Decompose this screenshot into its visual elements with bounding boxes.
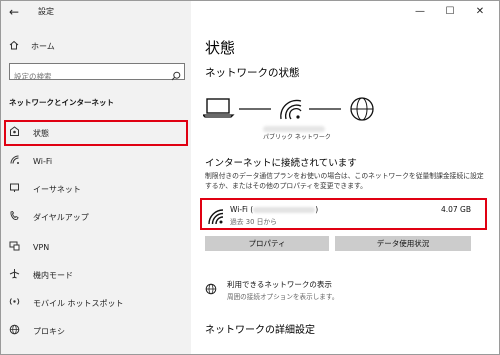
available-networks-link[interactable]: 利用できるネットワークの表示 周囲の接続オプションを表示します。 bbox=[205, 279, 405, 303]
sidebar-item-label: Wi-Fi bbox=[33, 156, 53, 166]
settings-window: ホーム ネットワークとインターネット 状態 Wi-Fi イーサネット bbox=[0, 0, 500, 355]
sidebar-item-dialup[interactable]: ダイヤルアップ bbox=[7, 209, 183, 225]
connection-description: 制限付きのデータ通信プランをお使いの場合は、このネットワークを従量制課金接続に設… bbox=[205, 172, 484, 190]
sidebar-item-vpn[interactable]: VPN bbox=[7, 239, 183, 255]
sidebar-item-label: ダイヤルアップ bbox=[33, 212, 89, 222]
sidebar-item-label: プロキシ bbox=[33, 326, 65, 336]
page-title: 状態 bbox=[205, 39, 236, 57]
vpn-icon bbox=[7, 240, 21, 254]
ethernet-icon bbox=[7, 182, 21, 196]
title-bar: ← 設定 — ☐ ✕ bbox=[1, 1, 499, 23]
minimize-button[interactable]: — bbox=[409, 3, 431, 21]
search-icon[interactable] bbox=[171, 66, 181, 81]
available-networks-title: 利用できるネットワークの表示 bbox=[227, 280, 332, 289]
connection-status: インターネットに接続されています bbox=[205, 158, 357, 169]
globe-icon bbox=[7, 324, 21, 338]
sidebar-item-label: モバイル ホットスポット bbox=[33, 298, 124, 308]
app-title: 設定 bbox=[38, 7, 54, 16]
highlight-status-item bbox=[4, 120, 188, 146]
airplane-icon bbox=[7, 268, 21, 282]
sidebar-item-hotspot[interactable]: モバイル ホットスポット bbox=[7, 295, 183, 311]
wifi-icon bbox=[280, 99, 302, 120]
sidebar-item-wifi[interactable]: Wi-Fi bbox=[7, 153, 183, 169]
sidebar-item-label: VPN bbox=[33, 242, 50, 252]
close-button[interactable]: ✕ bbox=[469, 3, 491, 21]
sidebar-item-home[interactable]: ホーム bbox=[9, 39, 55, 53]
sidebar-item-label: 機内モード bbox=[33, 270, 73, 280]
network-globe-icon bbox=[205, 280, 217, 295]
dialup-icon bbox=[7, 210, 21, 224]
data-usage-button[interactable]: データ使用状況 bbox=[335, 236, 471, 251]
network-status-heading: ネットワークの状態 bbox=[205, 67, 300, 79]
advanced-settings-heading: ネットワークの詳細設定 bbox=[205, 325, 315, 336]
properties-button[interactable]: プロパティ bbox=[205, 236, 329, 251]
highlight-wifi-row bbox=[200, 198, 487, 230]
back-button[interactable]: ← bbox=[9, 5, 23, 19]
laptop-icon bbox=[203, 98, 235, 118]
sidebar-item-ethernet[interactable]: イーサネット bbox=[7, 181, 183, 197]
hotspot-icon bbox=[7, 296, 21, 310]
search-input[interactable] bbox=[10, 69, 160, 84]
globe-icon bbox=[350, 97, 374, 121]
wifi-icon bbox=[7, 154, 21, 168]
search-box[interactable] bbox=[9, 63, 185, 84]
sidebar: ホーム ネットワークとインターネット 状態 Wi-Fi イーサネット bbox=[1, 1, 191, 354]
sidebar-item-airplane[interactable]: 機内モード bbox=[7, 267, 183, 283]
sidebar-section-heading: ネットワークとインターネット bbox=[9, 98, 114, 107]
sidebar-item-label: イーサネット bbox=[33, 184, 81, 194]
available-networks-subtitle: 周囲の接続オプションを表示します。 bbox=[227, 293, 339, 301]
home-icon bbox=[9, 40, 21, 53]
sidebar-item-proxy[interactable]: プロキシ bbox=[7, 323, 183, 339]
home-label: ホーム bbox=[31, 41, 55, 51]
network-type-label: パブリック ネットワーク bbox=[263, 134, 331, 141]
maximize-button[interactable]: ☐ bbox=[439, 3, 461, 21]
